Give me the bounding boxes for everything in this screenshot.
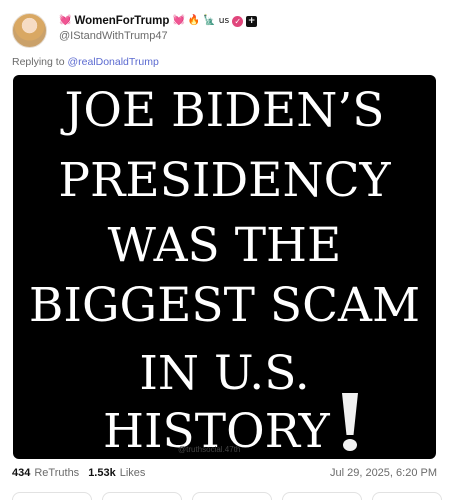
avatar[interactable] bbox=[12, 13, 47, 48]
replying-to-line: Replying to @realDonaldTrump bbox=[12, 56, 159, 68]
exclamation-dot bbox=[343, 439, 357, 451]
retruths-count[interactable]: 434 bbox=[12, 467, 30, 479]
post-image[interactable]: JOE BIDEN’S PRESIDENCY WAS THE BIGGEST S… bbox=[13, 75, 436, 459]
retruths-label[interactable]: ReTruths bbox=[34, 467, 79, 479]
image-text-line-3: WAS THE bbox=[107, 218, 342, 273]
exclamation-mark-icon bbox=[339, 393, 361, 453]
display-name[interactable]: WomenForTrump bbox=[74, 15, 169, 27]
image-watermark: @truthsocial.47th bbox=[178, 445, 241, 454]
post-stats: 434 ReTruths 1.53k Likes Jul 29, 2025, 6… bbox=[12, 467, 437, 479]
replying-to-link[interactable]: @realDonaldTrump bbox=[67, 56, 158, 68]
author-info: 💓 WomenForTrump 💓 🔥 🗽 us ✓ + @IStandWith… bbox=[59, 15, 258, 42]
sparkle-heart-icon: 💓 bbox=[59, 15, 72, 26]
retruth-button[interactable] bbox=[102, 492, 182, 500]
reply-button[interactable] bbox=[12, 492, 92, 500]
replying-prefix: Replying to bbox=[12, 56, 65, 68]
fire-emoji: 🔥 bbox=[187, 15, 201, 26]
image-text-line-2: PRESIDENCY bbox=[58, 153, 391, 208]
heart-emoji: 💓 bbox=[172, 15, 185, 26]
image-text-line-1: JOE BIDEN’S bbox=[64, 83, 385, 138]
display-name-row: 💓 WomenForTrump 💓 🔥 🗽 us ✓ + bbox=[59, 15, 258, 27]
like-button[interactable] bbox=[192, 492, 272, 500]
likes-count[interactable]: 1.53k bbox=[88, 467, 116, 479]
exclamation-bar bbox=[342, 393, 358, 435]
post-timestamp[interactable]: Jul 29, 2025, 6:20 PM bbox=[330, 467, 437, 479]
statue-of-liberty-emoji: 🗽 bbox=[203, 15, 216, 26]
post-card: 💓 WomenForTrump 💓 🔥 🗽 us ✓ + @IStandWith… bbox=[0, 0, 453, 500]
verified-badge-icon: ✓ bbox=[232, 15, 244, 27]
action-bar bbox=[12, 492, 442, 500]
post-header: 💓 WomenForTrump 💓 🔥 🗽 us ✓ + @IStandWith… bbox=[12, 13, 258, 48]
author-handle[interactable]: @IStandWithTrump47 bbox=[59, 30, 257, 42]
image-text-line-5: IN U.S. bbox=[139, 346, 310, 401]
share-button[interactable] bbox=[282, 492, 362, 500]
image-text-line-4: BIGGEST SCAM bbox=[28, 278, 421, 333]
plus-badge-icon: + bbox=[246, 15, 258, 27]
us-flag-text: us bbox=[218, 16, 230, 26]
more-button[interactable] bbox=[372, 492, 442, 500]
likes-label[interactable]: Likes bbox=[120, 467, 146, 479]
